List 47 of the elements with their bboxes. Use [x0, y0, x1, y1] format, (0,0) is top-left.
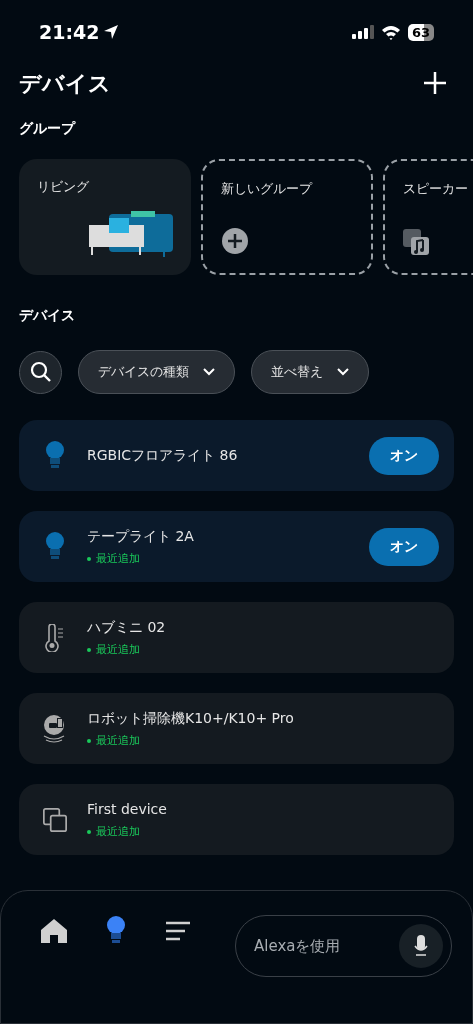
- device-name: RGBICフロアライト 86: [87, 446, 239, 465]
- location-arrow-icon: [103, 24, 120, 40]
- signal-icon: [351, 25, 374, 39]
- power-toggle[interactable]: オン: [369, 436, 439, 475]
- group-card[interactable]: スピーカー: [383, 159, 473, 275]
- group-card[interactable]: リビング: [19, 159, 191, 275]
- music-icon: [403, 229, 429, 255]
- group-label: スピーカー: [403, 180, 469, 198]
- device-card[interactable]: First device 最近追加: [19, 784, 454, 855]
- chevron-down-icon: [203, 368, 215, 376]
- section-heading: グループ: [19, 119, 77, 138]
- device-card[interactable]: ロボット掃除機K10+/K10+ Pro 最近追加: [19, 693, 454, 764]
- recently-added-label: 最近追加: [96, 550, 140, 567]
- microphone-button[interactable]: [399, 924, 443, 968]
- thermometer-icon: [45, 623, 65, 652]
- recently-added-label: 最近追加: [96, 732, 140, 749]
- stacked-squares-icon: [43, 805, 67, 834]
- wifi-icon: [380, 24, 401, 40]
- chevron-down-icon: [337, 368, 349, 376]
- light-bulb-icon: [45, 440, 65, 471]
- device-card[interactable]: RGBICフロアライト 86 オン: [19, 420, 454, 491]
- device-card[interactable]: ハブミニ 02 最近追加: [19, 602, 454, 673]
- light-bulb-icon: [45, 531, 65, 562]
- page-title: デバイス: [19, 69, 111, 98]
- add-circle-icon: [221, 227, 249, 255]
- search-button[interactable]: [19, 350, 62, 394]
- add-icon[interactable]: [423, 71, 447, 95]
- device-name: ハブミニ 02: [87, 617, 167, 637]
- device-name: ロボット掃除機K10+/K10+ Pro: [87, 708, 295, 728]
- microphone-icon: [414, 935, 428, 957]
- device-name: テープライト 2A: [87, 526, 195, 546]
- group-label: 新しいグループ: [221, 180, 314, 198]
- power-toggle[interactable]: オン: [369, 527, 439, 566]
- filter-dropdown[interactable]: 並べ替え: [251, 350, 369, 394]
- section-heading: デバイス: [19, 306, 76, 325]
- recently-added-label: 最近追加: [96, 823, 140, 840]
- alexa-input-field[interactable]: Alexaを使用: [254, 934, 399, 958]
- filter-dropdown[interactable]: デバイスの種類: [78, 350, 235, 394]
- group-label: リビング: [37, 178, 90, 196]
- status-time: 21:42: [39, 19, 100, 45]
- recently-added-label: 最近追加: [96, 641, 140, 658]
- group-card[interactable]: 新しいグループ: [201, 159, 373, 275]
- battery-indicator: 63: [407, 23, 434, 41]
- robot-vacuum-icon: [43, 713, 67, 744]
- search-icon: [29, 361, 52, 383]
- device-name: First device: [87, 799, 168, 819]
- device-card[interactable]: テープライト 2A 最近追加 オン: [19, 511, 454, 582]
